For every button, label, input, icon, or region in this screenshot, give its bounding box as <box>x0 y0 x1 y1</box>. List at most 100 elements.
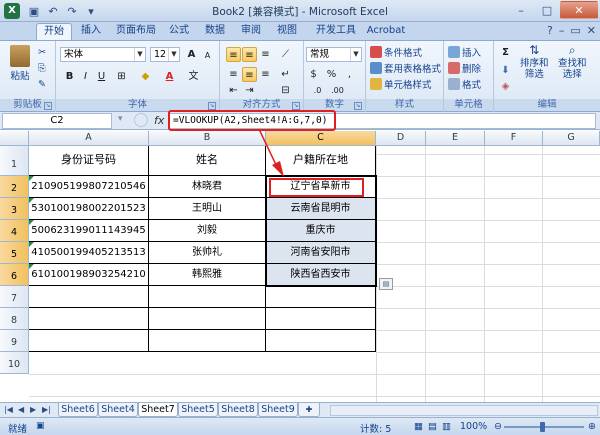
sheet-tab-sheet8[interactable]: Sheet8 <box>218 403 258 417</box>
cell-a6[interactable]: 610100198903254210 <box>29 264 149 286</box>
cell-b8[interactable] <box>149 308 266 330</box>
page-layout-view-icon[interactable]: ▤ <box>428 421 437 432</box>
cell-c8[interactable] <box>266 308 376 330</box>
cut-icon[interactable]: ✂ <box>38 47 46 58</box>
shrink-font-button[interactable]: A <box>200 48 215 63</box>
phonetic-button[interactable]: 文 <box>186 69 201 84</box>
header-cell-id[interactable]: 身份证号码 <box>29 146 149 176</box>
format-painter-icon[interactable]: ✎ <box>38 79 46 90</box>
expand-formula-icon[interactable] <box>134 113 148 127</box>
bold-button[interactable]: B <box>62 69 77 84</box>
name-box[interactable]: C2 <box>2 113 112 129</box>
currency-button[interactable]: $ <box>306 67 321 82</box>
clear-icon[interactable]: ◈ <box>498 79 513 94</box>
sheet-tab-sheet4[interactable]: Sheet4 <box>98 403 138 417</box>
delete-cells-button[interactable]: 删除 <box>448 61 481 75</box>
format-cells-button[interactable]: 格式 <box>448 77 481 91</box>
font-size-select[interactable]: 12 ▼ <box>150 47 180 62</box>
number-format-select[interactable]: 常规 ▼ <box>306 47 362 62</box>
header-cell-name[interactable]: 姓名 <box>149 146 266 176</box>
cell-c7[interactable] <box>266 286 376 308</box>
row-header-10[interactable]: 10 <box>0 352 29 374</box>
column-header-d[interactable]: D <box>376 131 426 146</box>
ribbon-close-icon[interactable]: ✕ <box>587 24 596 37</box>
clipboard-launcher-icon[interactable]: ↘ <box>44 102 52 110</box>
align-right-icon[interactable]: ≡ <box>258 67 273 82</box>
decrease-decimal-icon[interactable]: .00 <box>330 83 345 98</box>
minimize-icon[interactable]: – <box>508 1 534 19</box>
empty-grid-area[interactable] <box>376 146 600 402</box>
grow-font-button[interactable]: A <box>184 47 199 62</box>
row-header-9[interactable]: 9 <box>0 330 29 352</box>
cell-b4[interactable]: 刘毅 <box>149 220 266 242</box>
column-header-c[interactable]: C <box>266 131 376 146</box>
horizontal-scrollbar[interactable] <box>330 405 598 416</box>
decrease-indent-icon[interactable]: ⇤ <box>226 83 241 98</box>
wrap-text-icon[interactable]: ↵ <box>278 67 293 82</box>
tab-page-layout[interactable]: 页面布局 <box>110 23 162 40</box>
sort-filter-button[interactable]: ⇅ 排序和 筛选 <box>520 44 549 80</box>
row-header-5[interactable]: 5 <box>0 242 29 264</box>
align-middle-icon[interactable]: ≡ <box>242 47 257 62</box>
format-as-table-button[interactable]: 套用表格格式 <box>370 61 441 75</box>
tab-acrobat[interactable]: Acrobat <box>364 23 408 40</box>
copy-icon[interactable]: ⎘ <box>38 63 46 74</box>
merge-center-icon[interactable]: ⊟ <box>278 83 293 98</box>
align-center-icon[interactable]: ≡ <box>242 67 257 82</box>
tab-developer[interactable]: 开发工具 <box>310 23 362 40</box>
borders-icon[interactable]: ⊞ <box>114 69 129 84</box>
cell-b9[interactable] <box>149 330 266 352</box>
cell-c5[interactable]: 河南省安阳市 <box>266 242 376 264</box>
sheet-tab-sheet6[interactable]: Sheet6 <box>58 403 98 417</box>
cell-a3[interactable]: 530100198002201523 <box>29 198 149 220</box>
maximize-icon[interactable]: □ <box>534 1 560 19</box>
conditional-formatting-button[interactable]: 条件格式 <box>370 45 422 59</box>
cell-c6[interactable]: 陕西省西安市 <box>266 264 376 286</box>
insert-function-button[interactable]: fx <box>154 114 164 127</box>
zoom-out-icon[interactable]: ⊖ <box>494 421 502 432</box>
row-header-4[interactable]: 4 <box>0 220 29 242</box>
cell-a9[interactable] <box>29 330 149 352</box>
column-header-f[interactable]: F <box>485 131 543 146</box>
comma-button[interactable]: , <box>342 67 357 82</box>
cell-c3[interactable]: 云南省昆明市 <box>266 198 376 220</box>
cell-b7[interactable] <box>149 286 266 308</box>
cell-styles-button[interactable]: 单元格样式 <box>370 77 432 91</box>
cell-b3[interactable]: 王明山 <box>149 198 266 220</box>
align-top-icon[interactable]: ≡ <box>226 47 241 62</box>
tab-view[interactable]: 视图 <box>272 23 302 40</box>
spreadsheet-grid[interactable]: A B C D E F G 1 2 3 4 5 6 7 8 9 10 身份证号码… <box>0 131 600 402</box>
ribbon-restore-icon[interactable]: ▭ <box>570 24 580 37</box>
font-color-button[interactable]: A <box>162 69 177 84</box>
tab-formulas[interactable]: 公式 <box>164 23 194 40</box>
cell-c9[interactable] <box>266 330 376 352</box>
help-icon[interactable]: ? <box>547 24 553 37</box>
cell-a4[interactable]: 500623199011143945 <box>29 220 149 242</box>
sheet-tab-sheet7[interactable]: Sheet7 <box>138 403 178 417</box>
name-box-dropdown-icon[interactable]: ▾ <box>118 114 123 124</box>
font-name-select[interactable]: 宋体 ▼ <box>60 47 146 62</box>
cell-b2[interactable]: 林晓君 <box>149 176 266 198</box>
tab-insert[interactable]: 插入 <box>76 23 106 40</box>
header-cell-hometown[interactable]: 户籍所在地 <box>266 146 376 176</box>
orientation-icon[interactable]: ⟋ <box>278 47 293 62</box>
row-header-7[interactable]: 7 <box>0 286 29 308</box>
next-sheet-icon[interactable]: ▶ <box>30 405 36 414</box>
column-header-b[interactable]: B <box>149 131 266 146</box>
zoom-in-icon[interactable]: ⊕ <box>588 421 596 432</box>
row-header-6[interactable]: 6 <box>0 264 29 286</box>
font-launcher-icon[interactable]: ↘ <box>208 102 216 110</box>
close-icon[interactable]: ✕ <box>560 1 598 19</box>
sheet-tab-sheet9[interactable]: Sheet9 <box>258 403 298 417</box>
increase-indent-icon[interactable]: ⇥ <box>242 83 257 98</box>
fill-icon[interactable]: ⬇ <box>498 63 513 78</box>
cell-a8[interactable] <box>29 308 149 330</box>
row-header-8[interactable]: 8 <box>0 308 29 330</box>
increase-decimal-icon[interactable]: .0 <box>310 83 325 98</box>
underline-button[interactable]: U <box>94 69 109 84</box>
macro-record-icon[interactable]: ▣ <box>36 421 45 431</box>
prev-sheet-icon[interactable]: ◀ <box>18 405 24 414</box>
percent-button[interactable]: % <box>324 67 339 82</box>
insert-sheet-icon[interactable]: ✚ <box>298 403 320 417</box>
tab-home[interactable]: 开始 <box>36 23 72 40</box>
